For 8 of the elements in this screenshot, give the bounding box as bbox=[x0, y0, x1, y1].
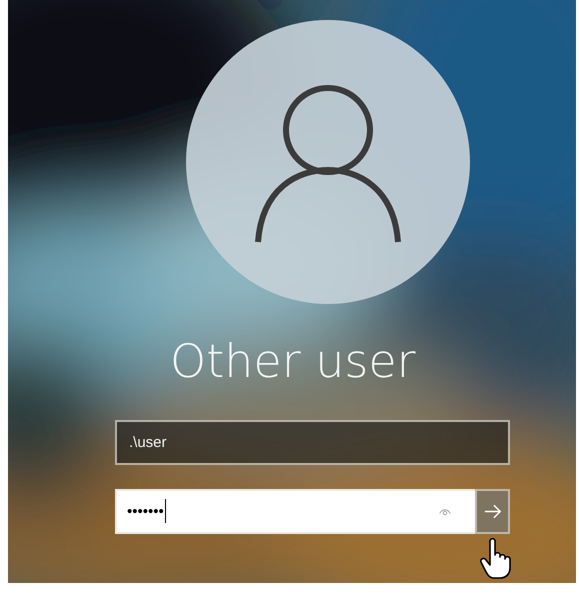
user-name: Other user bbox=[170, 336, 416, 387]
submit-button[interactable] bbox=[475, 488, 510, 534]
hand-cursor-icon bbox=[480, 538, 512, 580]
password-field[interactable]: ••••••• bbox=[115, 488, 475, 534]
eye-icon[interactable] bbox=[439, 506, 451, 516]
user-avatar-icon bbox=[186, 20, 470, 304]
arrow-icon bbox=[484, 504, 502, 519]
username-field[interactable]: .\user bbox=[115, 420, 510, 465]
